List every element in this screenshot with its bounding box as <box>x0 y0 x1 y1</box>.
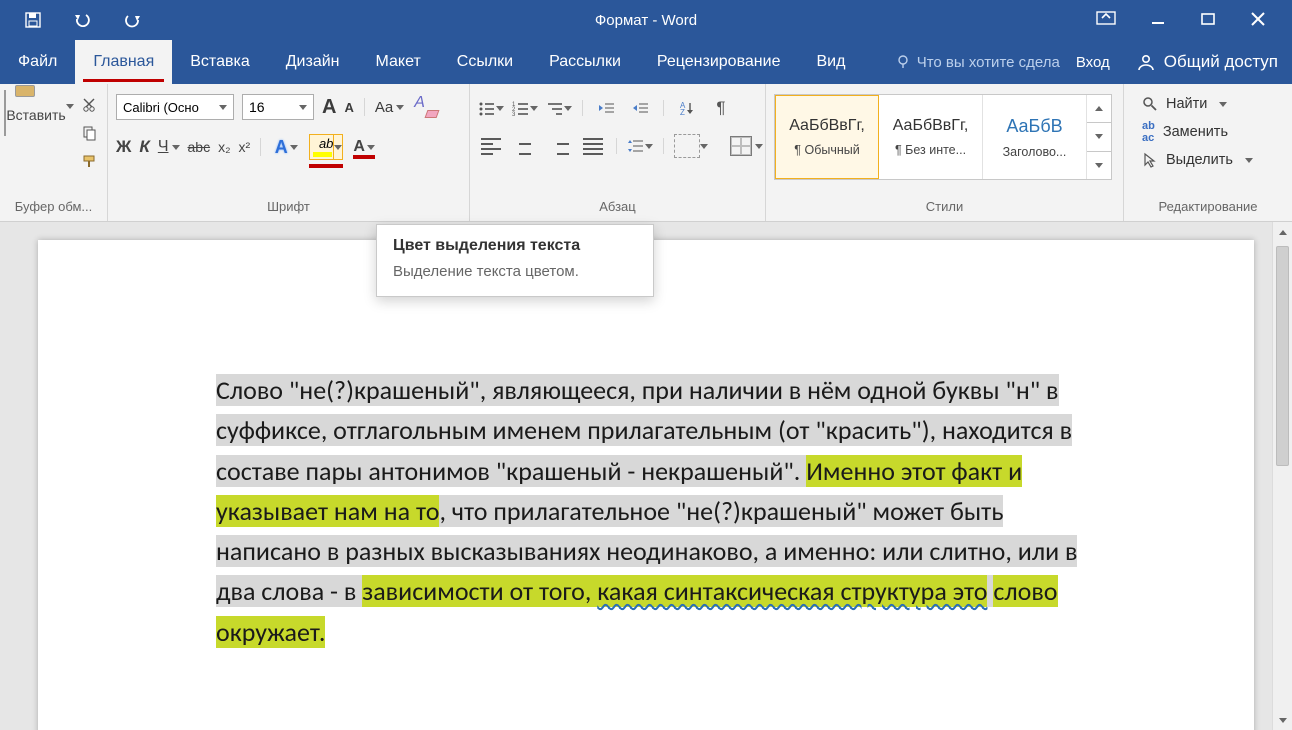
change-case-button[interactable]: Aa <box>375 99 404 116</box>
bullets-button[interactable] <box>478 96 504 120</box>
svg-text:3: 3 <box>512 112 516 116</box>
tab-home[interactable]: Главная <box>75 40 172 84</box>
shrink-font-button[interactable]: A <box>344 100 353 115</box>
group-editing: Найти abac Заменить Выделить Редактирова… <box>1124 84 1292 221</box>
maximize-icon[interactable] <box>1200 11 1216 30</box>
title-bar: Формат - Word <box>0 0 1292 40</box>
group-label-styles: Стили <box>766 199 1123 221</box>
document-canvas: Слово "не(?)крашеный", являющееся, при н… <box>0 222 1292 730</box>
font-name-combo[interactable]: Calibri (Осно <box>116 94 234 120</box>
scroll-down-icon[interactable] <box>1273 710 1292 730</box>
redo-icon[interactable] <box>122 9 144 31</box>
tell-me-placeholder: Что вы хотите сдела <box>917 54 1060 71</box>
subscript-button[interactable]: x₂ <box>218 139 230 155</box>
scroll-up-icon[interactable] <box>1273 222 1292 242</box>
styles-gallery: АаБбВвГг, ¶ Обычный АаБбВвГг, ¶ Без инте… <box>774 94 1112 180</box>
decrease-indent-button[interactable] <box>593 96 619 120</box>
tab-file[interactable]: Файл <box>0 40 75 84</box>
style-no-spacing[interactable]: АаБбВвГг, ¶ Без инте... <box>879 95 983 179</box>
group-label-clipboard: Буфер обм... <box>0 199 107 221</box>
align-right-button[interactable] <box>546 134 572 158</box>
tab-references[interactable]: Ссылки <box>439 40 531 84</box>
tab-insert[interactable]: Вставка <box>172 40 267 84</box>
ribbon-display-options-icon[interactable] <box>1096 11 1116 30</box>
justify-button[interactable] <box>580 134 606 158</box>
ribbon: Вставить Буфер обм... Calibri (Осно 16 A… <box>0 84 1292 222</box>
shading-button[interactable] <box>674 134 708 158</box>
tooltip-body: Выделение текста цветом. <box>393 263 637 280</box>
show-paragraph-marks-button[interactable]: ¶ <box>708 96 734 120</box>
undo-icon[interactable] <box>72 9 94 31</box>
group-styles: АаБбВвГг, ¶ Обычный АаБбВвГг, ¶ Без инте… <box>766 84 1124 221</box>
font-color-button[interactable]: A <box>351 134 377 160</box>
group-paragraph: 123 AZ ¶ Абзац <box>470 84 766 221</box>
replace-button[interactable]: abac Заменить <box>1142 120 1253 144</box>
group-label-font: Шрифт <box>108 199 469 221</box>
highlighter-icon: ab <box>319 136 333 151</box>
select-button[interactable]: Выделить <box>1142 152 1253 168</box>
clear-formatting-button[interactable]: A <box>412 96 438 118</box>
save-icon[interactable] <box>22 9 44 31</box>
tooltip-highlight-color: Цвет выделения текста Выделение текста ц… <box>376 224 654 297</box>
tab-view[interactable]: Вид <box>798 40 863 84</box>
paste-button[interactable]: Вставить <box>8 90 70 140</box>
group-label-editing: Редактирование <box>1124 199 1292 221</box>
tooltip-title: Цвет выделения текста <box>393 237 637 255</box>
close-icon[interactable] <box>1250 11 1266 30</box>
tell-me-search[interactable]: Что вы хотите сдела <box>885 40 1064 84</box>
vertical-scrollbar[interactable] <box>1272 222 1292 730</box>
bold-button[interactable]: Ж <box>116 137 131 157</box>
tab-mailings[interactable]: Рассылки <box>531 40 639 84</box>
style-normal[interactable]: АаБбВвГг, ¶ Обычный <box>775 95 879 179</box>
group-label-paragraph: Абзац <box>470 199 765 221</box>
lightbulb-icon <box>895 54 911 70</box>
font-size-combo[interactable]: 16 <box>242 94 314 120</box>
document-paragraph[interactable]: Слово "не(?)крашеный", являющееся, при н… <box>216 370 1084 652</box>
svg-text:Z: Z <box>680 108 685 116</box>
ribbon-tabs: Файл Главная Вставка Дизайн Макет Ссылки… <box>0 40 1292 84</box>
replace-icon: abac <box>1142 120 1155 144</box>
align-left-button[interactable] <box>478 134 504 158</box>
clipboard-icon <box>4 90 6 136</box>
copy-icon[interactable] <box>78 122 100 144</box>
share-button[interactable]: Общий доступ <box>1122 40 1292 84</box>
sign-in-link[interactable]: Вход <box>1064 40 1122 84</box>
quick-access-toolbar <box>0 9 144 31</box>
share-icon <box>1136 52 1156 72</box>
tab-design[interactable]: Дизайн <box>268 40 358 84</box>
search-icon <box>1142 96 1158 112</box>
text-highlight-color-button[interactable]: ab <box>309 134 343 160</box>
minimize-icon[interactable] <box>1150 11 1166 30</box>
superscript-button[interactable]: x² <box>239 139 251 155</box>
sort-button[interactable]: AZ <box>674 96 700 120</box>
tab-layout[interactable]: Макет <box>358 40 439 84</box>
cursor-icon <box>1142 152 1158 168</box>
style-heading1[interactable]: АаБбВ Заголово... <box>983 95 1087 179</box>
group-clipboard: Вставить Буфер обм... <box>0 84 108 221</box>
underline-button[interactable]: Ч <box>158 138 180 156</box>
borders-button[interactable] <box>730 136 763 156</box>
scrollbar-thumb[interactable] <box>1276 246 1289 466</box>
italic-button[interactable]: К <box>139 137 149 157</box>
line-spacing-button[interactable] <box>627 134 653 158</box>
find-button[interactable]: Найти <box>1142 96 1253 112</box>
text-effects-button[interactable]: A <box>271 134 301 160</box>
align-center-button[interactable] <box>512 134 538 158</box>
cut-icon[interactable] <box>78 94 100 116</box>
strikethrough-button[interactable]: abc <box>188 139 211 155</box>
window-controls <box>1096 11 1292 30</box>
page[interactable]: Слово "не(?)крашеный", являющееся, при н… <box>38 240 1254 730</box>
increase-indent-button[interactable] <box>627 96 653 120</box>
group-font: Calibri (Осно 16 A A Aa A Ж К Ч abc x₂ x… <box>108 84 470 221</box>
numbering-button[interactable]: 123 <box>512 96 538 120</box>
multilevel-list-button[interactable] <box>546 96 572 120</box>
tab-review[interactable]: Рецензирование <box>639 40 799 84</box>
grow-font-button[interactable]: A <box>322 96 336 119</box>
styles-gallery-more[interactable] <box>1087 95 1111 179</box>
format-painter-icon[interactable] <box>78 150 100 172</box>
